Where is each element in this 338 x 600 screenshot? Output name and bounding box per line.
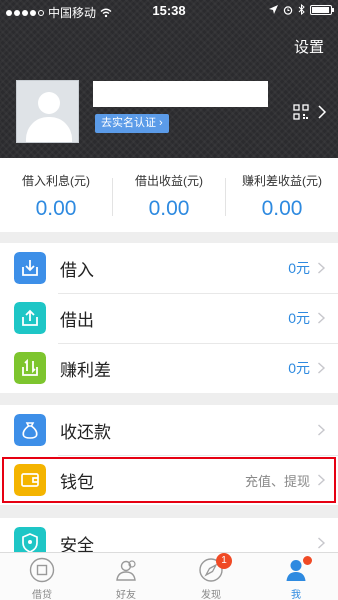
avatar[interactable] [16, 80, 79, 143]
menu-security[interactable]: 安全 [0, 518, 338, 552]
shield-icon [14, 527, 46, 552]
verify-identity-button[interactable]: 去实名认证 › [95, 114, 169, 133]
summary-spread-income[interactable]: 赚利差收益(元) 0.00 [226, 172, 338, 221]
alarm-icon [283, 5, 293, 15]
tab-discover[interactable]: 1 发现 [169, 553, 253, 600]
exchange-tray-icon [14, 352, 46, 384]
chevron-right-icon [318, 262, 326, 274]
battery-icon [310, 4, 334, 15]
unread-dot [303, 556, 312, 565]
bluetooth-icon [298, 4, 305, 15]
location-icon [269, 4, 278, 14]
summary-interest-in[interactable]: 借入利息(元) 0.00 [0, 172, 112, 221]
money-bag-icon [14, 414, 46, 446]
chevron-right-icon [318, 424, 326, 436]
menu-repayment[interactable]: 收还款 [0, 405, 338, 455]
notification-badge: 1 [216, 553, 232, 569]
menu-borrow-in[interactable]: 借入 0元 [0, 243, 338, 293]
loan-icon [29, 557, 55, 583]
username-field [93, 81, 268, 107]
qr-code-icon[interactable] [293, 104, 309, 120]
friends-icon [116, 560, 136, 581]
loan-menu-group: 借入 0元 借出 0元 赚利差 0元 [0, 243, 338, 393]
profile-header: 中国移动 15:38 设置 去实名认证 › [0, 0, 338, 158]
summary-lend-income[interactable]: 借出收益(元) 0.00 [113, 172, 225, 221]
menu-spread[interactable]: 赚利差 0元 [0, 343, 338, 393]
tab-bar: 借贷 好友 1 发现 我 [0, 552, 338, 600]
wallet-highlight-box [2, 457, 336, 503]
chevron-right-icon[interactable] [316, 104, 328, 120]
settings-button[interactable]: 设置 [294, 36, 324, 57]
tab-friends[interactable]: 好友 [84, 553, 168, 600]
security-menu-group: 安全 [0, 518, 338, 552]
download-tray-icon [14, 252, 46, 284]
tab-loan[interactable]: 借贷 [0, 553, 84, 600]
tab-me[interactable]: 我 [254, 553, 338, 600]
chevron-right-icon [318, 312, 326, 324]
status-bar: 中国移动 15:38 [0, 0, 338, 22]
upload-tray-icon [14, 302, 46, 334]
earnings-summary: 借入利息(元) 0.00 借出收益(元) 0.00 赚利差收益(元) 0.00 [0, 158, 338, 232]
chevron-right-icon [318, 537, 326, 549]
menu-lend-out[interactable]: 借出 0元 [0, 293, 338, 343]
chevron-right-icon [318, 362, 326, 374]
